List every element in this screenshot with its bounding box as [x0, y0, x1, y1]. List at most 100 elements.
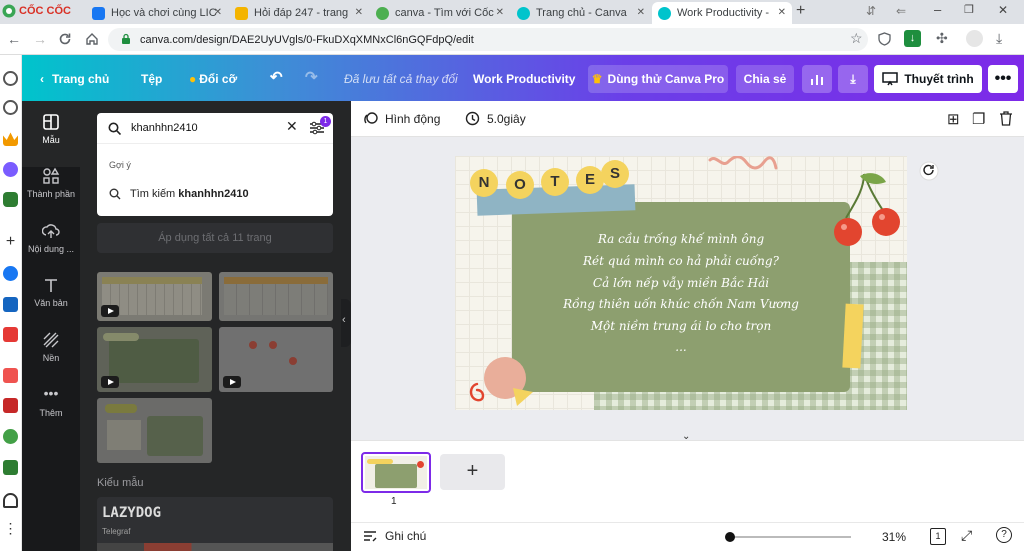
rail-item-uploads[interactable]: Nội dung ...: [22, 222, 80, 254]
template-search[interactable]: khanhhn2410 ✕ 1: [97, 113, 333, 143]
title-letter: S: [601, 160, 629, 188]
canva-icon: [517, 6, 530, 20]
present-button[interactable]: Thuyết trình: [874, 65, 982, 93]
tab-1[interactable]: Học và chơi cùng LIC ✕: [86, 2, 228, 24]
rail-label: Văn bản: [34, 298, 68, 308]
title-letter: N: [470, 169, 498, 197]
insights-icon[interactable]: [802, 65, 832, 93]
youtube-icon[interactable]: [3, 327, 18, 342]
tab-3[interactable]: canva - Tìm với Cốc ✕: [370, 2, 510, 24]
bell-icon[interactable]: [3, 493, 18, 508]
notes-button[interactable]: Ghi chú: [363, 529, 426, 543]
page-number: 1: [391, 496, 397, 507]
resize-button[interactable]: ● Đổi cỡ: [189, 72, 237, 86]
template-thumbnail[interactable]: [97, 272, 212, 321]
poem-line: Rét quá mình co hả phải cuống?: [583, 254, 779, 268]
template-thumbnail[interactable]: [219, 327, 333, 392]
shield-icon[interactable]: [878, 32, 891, 46]
game-icon[interactable]: [3, 192, 18, 207]
tab-2[interactable]: Hỏi đáp 247 - trang ✕: [229, 2, 369, 24]
url-text[interactable]: canva.com/design/DAE2UyUVgls/0-FkuDXqXMN…: [140, 34, 474, 46]
extensions-puzzle-icon[interactable]: ✣: [936, 30, 948, 47]
share-button[interactable]: Chia sẻ: [736, 65, 794, 93]
more-dots-icon[interactable]: ⋮: [3, 521, 18, 538]
bookmark-star-icon[interactable]: ☆: [850, 30, 863, 47]
minimize-icon[interactable]: –: [934, 2, 941, 17]
clear-search-icon[interactable]: ✕: [286, 118, 298, 135]
rail-item-background[interactable]: Nền: [22, 331, 80, 363]
redo-icon[interactable]: ↷: [305, 68, 318, 86]
back-tab-icon[interactable]: ⇐: [896, 4, 906, 18]
tab-5-active[interactable]: Work Productivity - ✕: [652, 2, 792, 24]
rail-item-templates[interactable]: Mẫu: [22, 113, 80, 145]
history-icon[interactable]: [3, 100, 18, 115]
zoom-level[interactable]: 31%: [882, 530, 906, 544]
restore-icon[interactable]: ❐: [964, 3, 974, 16]
rail-item-text[interactable]: Văn bản: [22, 276, 80, 308]
new-tab-icon[interactable]: +: [796, 2, 805, 20]
download-extension-icon[interactable]: ↓: [904, 30, 921, 47]
crown-icon[interactable]: [3, 132, 18, 146]
duration-button[interactable]: 5.0giây: [465, 111, 526, 126]
add-icon[interactable]: +: [3, 234, 18, 250]
more-options-icon[interactable]: •••: [988, 65, 1018, 93]
add-page-button[interactable]: +: [440, 454, 505, 490]
page-thumbnail[interactable]: [361, 452, 431, 493]
tab-5-label: Work Productivity -: [677, 7, 770, 19]
messenger-icon[interactable]: [3, 162, 18, 177]
suggestion-item[interactable]: Tìm kiếm khanhhn2410: [109, 188, 249, 200]
file-menu[interactable]: Tệp: [141, 72, 162, 86]
close-icon[interactable]: ✕: [778, 7, 786, 18]
style-card[interactable]: LAZYDOG Telegraf: [97, 497, 333, 551]
tiki-icon[interactable]: [3, 398, 18, 413]
trash-icon[interactable]: [999, 111, 1013, 126]
home-link[interactable]: ‹ Trang chủ: [40, 72, 109, 86]
downloads-icon[interactable]: ⤓: [996, 30, 1002, 47]
rail-item-more[interactable]: ••• Thêm: [22, 386, 80, 418]
back-icon[interactable]: ←: [7, 31, 21, 47]
page-count-button[interactable]: 1: [930, 528, 946, 545]
undo-icon[interactable]: ↶: [270, 68, 283, 86]
download-icon[interactable]: ⤓: [838, 65, 868, 93]
design-canvas[interactable]: Ra cầu trống khế mình ông Rét quá mình c…: [455, 156, 907, 410]
animate-button[interactable]: Hình động: [363, 111, 440, 126]
forward-icon[interactable]: →: [33, 31, 47, 47]
template-thumbnail[interactable]: [97, 398, 212, 463]
tab-4[interactable]: Trang chủ - Canva ✕: [511, 2, 651, 24]
help-icon[interactable]: ?: [996, 527, 1012, 543]
tab-scroll-icon[interactable]: ⇵: [866, 4, 876, 18]
add-page-icon[interactable]: ⊞: [947, 110, 960, 128]
coccoc-logo[interactable]: CỐC CỐC: [2, 4, 71, 18]
word-icon[interactable]: [3, 297, 18, 312]
home-icon[interactable]: [85, 32, 99, 46]
coccoc-green-icon[interactable]: [3, 429, 18, 444]
settings-icon[interactable]: [3, 71, 18, 86]
template-thumbnail[interactable]: [219, 272, 333, 321]
close-icon[interactable]: ✕: [214, 7, 222, 18]
try-pro-button[interactable]: ♛ Dùng thử Canva Pro: [588, 65, 728, 93]
search-input[interactable]: khanhhn2410: [131, 122, 198, 134]
lock-icon[interactable]: [120, 33, 132, 45]
sheets-icon[interactable]: [3, 460, 18, 475]
close-icon[interactable]: ✕: [355, 7, 363, 18]
chevron-left-icon: ‹: [40, 72, 44, 86]
apply-all-pages-button[interactable]: Áp dụng tất cả 11 trang: [97, 223, 333, 253]
template-thumbnail[interactable]: [97, 327, 212, 392]
zoom-slider-thumb[interactable]: [725, 532, 735, 542]
facebook-icon[interactable]: [3, 266, 18, 281]
fullscreen-icon[interactable]: ⤢: [961, 527, 972, 544]
profile-avatar[interactable]: [966, 30, 983, 47]
design-title[interactable]: Work Productivity: [473, 72, 575, 86]
close-icon[interactable]: ✕: [496, 7, 504, 18]
close-icon[interactable]: ✕: [637, 7, 645, 18]
rail-item-elements[interactable]: Thành phần: [22, 167, 80, 199]
shopee-icon[interactable]: [3, 368, 18, 383]
zoom-slider[interactable]: [729, 536, 851, 538]
reload-icon[interactable]: [58, 32, 72, 46]
ai-refresh-icon[interactable]: [919, 161, 939, 181]
close-window-icon[interactable]: ✕: [998, 3, 1008, 17]
coccoc-logo-icon: [2, 4, 16, 18]
collapse-panel-handle[interactable]: ‹: [341, 299, 351, 347]
title-letter: T: [541, 168, 569, 196]
duplicate-page-icon[interactable]: ❐: [972, 110, 985, 128]
